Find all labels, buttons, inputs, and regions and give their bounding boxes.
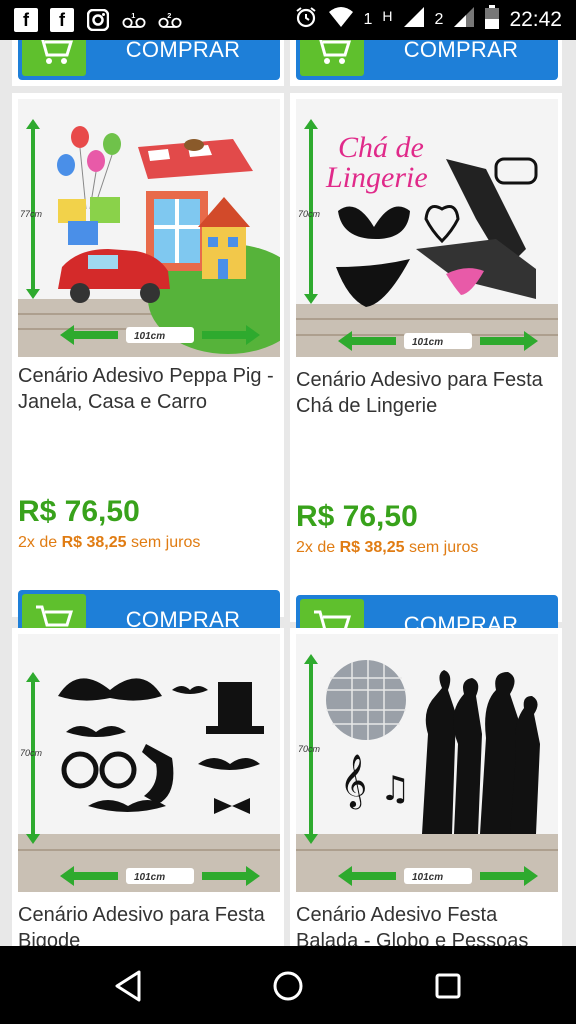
clock: 22:42 <box>509 8 562 31</box>
network-type-label: H <box>382 8 393 24</box>
sim1-label: 1 <box>363 11 373 28</box>
installment-text: 2x de R$ 38,25 sem juros <box>18 534 200 552</box>
product-card: COMPRAR <box>12 40 284 86</box>
navigation-bar <box>0 946 576 1024</box>
installment-prefix: 2x de <box>18 534 58 551</box>
recents-icon[interactable] <box>428 966 468 1006</box>
wifi-icon <box>328 6 354 34</box>
product-card: COMPRAR <box>290 40 562 86</box>
dimension-height: 70cm <box>298 209 321 219</box>
instagram-icon <box>86 8 110 32</box>
product-grid: COMPRAR COMPRAR 77cm 101cm Cenário Adesi… <box>0 40 576 946</box>
installment-value: R$ 38,25 <box>61 534 127 551</box>
battery-icon <box>485 5 500 35</box>
signal-icon <box>453 6 475 34</box>
product-price: R$ 76,50 <box>18 495 140 528</box>
dimension-height: 70cm <box>298 744 321 754</box>
installment-prefix: 2x de <box>296 539 336 556</box>
sim2-label: 2 <box>434 11 444 28</box>
product-image[interactable]: 70cm Chá de Lingerie 101cm <box>296 99 558 357</box>
product-card[interactable]: 70cm 𝄞 ♫ 101cm Cenário Adesivo Festa Bal… <box>290 628 562 946</box>
product-title[interactable]: Cenário Adesivo Peppa Pig - Janela, Casa… <box>18 363 280 415</box>
back-icon[interactable] <box>108 966 148 1006</box>
svg-text:1: 1 <box>131 11 135 20</box>
product-card[interactable]: 70cm Chá de Lingerie 101cm Cenário Adesi… <box>290 93 562 655</box>
product-title[interactable]: Cenário Adesivo Festa Balada - Globo e P… <box>296 902 558 946</box>
buy-button-label: COMPRAR <box>125 40 241 62</box>
buy-button-label: COMPRAR <box>403 40 519 62</box>
art-text-lingerie: Lingerie <box>325 161 428 194</box>
alarm-icon <box>294 5 318 35</box>
svg-text:𝄞: 𝄞 <box>340 753 367 809</box>
installment-text: 2x de R$ 38,25 sem juros <box>296 539 478 557</box>
dimension-height: 77cm <box>20 209 43 219</box>
product-title[interactable]: Cenário Adesivo para Festa Chá de Linger… <box>296 367 558 419</box>
voicemail-icon: 2 <box>158 8 182 32</box>
product-image[interactable]: 77cm 101cm <box>18 99 280 357</box>
cart-icon <box>300 40 364 76</box>
installment-value: R$ 38,25 <box>339 539 405 556</box>
product-price: R$ 76,50 <box>296 500 418 533</box>
signal-icon <box>403 6 425 34</box>
dimension-height: 70cm <box>20 748 43 758</box>
product-image[interactable]: 70cm 𝄞 ♫ 101cm <box>296 634 558 892</box>
product-image[interactable]: 70cm 101cm <box>18 634 280 892</box>
buy-button[interactable]: COMPRAR <box>18 40 280 80</box>
dimension-width: 101cm <box>412 872 443 883</box>
product-card[interactable]: 77cm 101cm Cenário Adesivo Peppa Pig - J… <box>12 93 284 650</box>
svg-text:2: 2 <box>167 11 171 20</box>
dimension-width: 101cm <box>134 331 165 342</box>
facebook-icon: f <box>14 8 38 32</box>
product-card[interactable]: 70cm 101cm Cenário Adesivo para Festa Bi… <box>12 628 284 946</box>
voicemail-icon: 1 <box>122 8 146 32</box>
art-text-cha: Chá de <box>338 131 424 164</box>
svg-text:♫: ♫ <box>380 769 410 809</box>
status-bar: f f 1 2 1 H 2 22:42 <box>0 0 576 40</box>
installment-suffix: sem juros <box>408 539 479 556</box>
dimension-width: 101cm <box>412 337 443 348</box>
cart-icon <box>22 40 86 76</box>
buy-button[interactable]: COMPRAR <box>296 40 558 80</box>
product-title[interactable]: Cenário Adesivo para Festa Bigode <box>18 902 280 946</box>
facebook-icon: f <box>50 8 74 32</box>
home-icon[interactable] <box>268 966 308 1006</box>
installment-suffix: sem juros <box>130 534 201 551</box>
dimension-width: 101cm <box>134 872 165 883</box>
